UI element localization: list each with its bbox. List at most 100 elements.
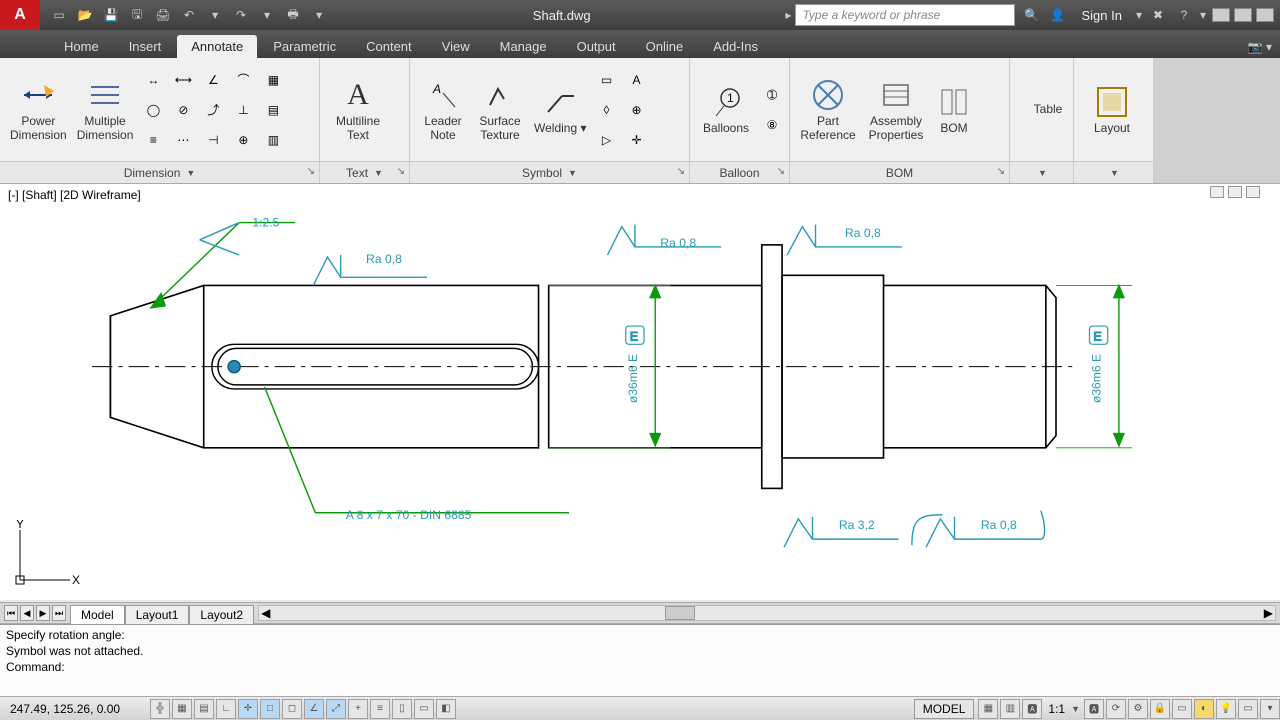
vp-close-icon[interactable] [1246, 186, 1260, 198]
app-menu-button[interactable]: A [0, 0, 40, 30]
leader-note-button[interactable]: A Leader Note [416, 75, 470, 145]
open-icon[interactable]: 📂 [76, 6, 94, 24]
tab-content[interactable]: Content [352, 35, 426, 58]
command-window[interactable]: Specify rotation angle: Symbol was not a… [0, 624, 1280, 696]
assembly-properties-button[interactable]: Assembly Properties [862, 75, 930, 145]
minimize-button[interactable] [1212, 8, 1230, 22]
sb-ortho-icon[interactable]: ∟ [216, 699, 236, 719]
balloon-opt2-icon[interactable]: ⑧ [758, 111, 786, 139]
sb-obj-icon[interactable]: 💡 [1216, 699, 1236, 719]
welding-button[interactable]: Welding ▾ [530, 82, 591, 138]
dim-diameter-icon[interactable]: ⊘ [169, 96, 197, 124]
tab-view[interactable]: View [428, 35, 484, 58]
sb-annoscale-icon[interactable]: 🅰 [1022, 699, 1042, 719]
tab-addins[interactable]: Add-Ins [699, 35, 772, 58]
vp-min-icon[interactable] [1210, 186, 1224, 198]
sb-osnap-icon[interactable]: □ [260, 699, 280, 719]
sign-in-button[interactable]: Sign In [1073, 8, 1129, 23]
sb-qp-icon[interactable]: ▭ [414, 699, 434, 719]
multiline-text-button[interactable]: A Multiline Text [326, 75, 390, 145]
balloon-opt1-icon[interactable]: ➀ [758, 81, 786, 109]
dim-aligned-icon[interactable]: ⟷ [169, 66, 197, 94]
search-go-icon[interactable]: ▸ [785, 8, 791, 22]
new-icon[interactable]: ▭ [50, 6, 68, 24]
sb-snap-icon[interactable]: ▦ [172, 699, 192, 719]
layout-tab-layout2[interactable]: Layout2 [189, 605, 254, 624]
sb-otrack-icon[interactable]: ∠ [304, 699, 324, 719]
dim-edit2-icon[interactable]: ▤ [259, 96, 287, 124]
hscroll-thumb[interactable] [665, 606, 695, 620]
sb-grid-icon[interactable]: ▤ [194, 699, 214, 719]
part-reference-button[interactable]: Part Reference [796, 75, 860, 145]
redo-dd-icon[interactable]: ▾ [258, 6, 276, 24]
bom-button[interactable]: BOM [932, 82, 976, 138]
panel-symbol-label[interactable]: Symbol [522, 166, 562, 180]
sym-id-icon[interactable]: ◊ [593, 96, 621, 124]
table-button[interactable]: Table [1016, 101, 1080, 119]
sb-3dosnap-icon[interactable]: ◻ [282, 699, 302, 719]
annotation-scale[interactable]: 1:1 [1042, 702, 1071, 716]
lt-prev-icon[interactable]: ◀ [20, 605, 34, 621]
sb-lwt-icon[interactable]: ≡ [370, 699, 390, 719]
lt-last-icon[interactable]: ⏭ [52, 605, 66, 621]
qat-dd-icon[interactable]: ▾ [310, 6, 328, 24]
dim-angular-icon[interactable]: ∠ [199, 66, 227, 94]
layout-tab-layout1[interactable]: Layout1 [125, 605, 190, 624]
tab-insert[interactable]: Insert [115, 35, 176, 58]
power-dimension-button[interactable]: Power Dimension [6, 75, 71, 145]
tab-annotate[interactable]: Annotate [177, 35, 257, 58]
lt-next-icon[interactable]: ▶ [36, 605, 50, 621]
sb-ducs-icon[interactable]: ⤢ [326, 699, 346, 719]
sym-target-icon[interactable]: ⊕ [623, 96, 651, 124]
lt-first-icon[interactable]: ⏮ [4, 605, 18, 621]
tab-home[interactable]: Home [50, 35, 113, 58]
tab-online[interactable]: Online [632, 35, 698, 58]
dim-jogged-icon[interactable]: ⤴ [199, 96, 227, 124]
sb-ws-icon[interactable]: ⚙ [1128, 699, 1148, 719]
plot-icon[interactable]: 🖶 [284, 6, 302, 24]
redo-icon[interactable]: ↷ [232, 6, 250, 24]
print-icon[interactable]: 🖨 [154, 6, 172, 24]
panel-bom-label[interactable]: BOM [886, 166, 913, 180]
ribbon-extra-icon[interactable]: 📷 ▾ [1240, 36, 1280, 58]
undo-icon[interactable]: ↶ [180, 6, 198, 24]
layout-tab-model[interactable]: Model [70, 605, 125, 624]
balloons-button[interactable]: 1 Balloons [696, 82, 756, 138]
surface-texture-button[interactable]: Surface Texture [472, 75, 528, 145]
panel-balloon-label[interactable]: Balloon [719, 166, 759, 180]
infocenter-icon[interactable]: 🔍 [1021, 5, 1041, 25]
model-space-button[interactable]: MODEL [914, 699, 975, 719]
sb-annovis-icon[interactable]: 🅰 [1084, 699, 1104, 719]
help-icon[interactable]: ? [1174, 5, 1194, 25]
viewport-label[interactable]: [-] [Shaft] [2D Wireframe] [8, 188, 141, 202]
panel-dimension-label[interactable]: Dimension [124, 166, 181, 180]
dim-baseline-icon[interactable]: ≡ [139, 126, 167, 154]
dim-arc-icon[interactable]: ⌒ [229, 66, 257, 94]
dim-edit1-icon[interactable]: ▦ [259, 66, 287, 94]
saveas-icon[interactable]: 🖫 [128, 6, 146, 24]
sb-annoauto-icon[interactable]: ⟳ [1106, 699, 1126, 719]
hscroll[interactable]: ◀▶ [258, 605, 1276, 621]
exchange-icon[interactable]: ✖ [1148, 5, 1168, 25]
sb-infer-icon[interactable]: ╬ [150, 699, 170, 719]
drawing-viewport[interactable]: [-] [Shaft] [2D Wireframe] [0, 184, 1280, 600]
sym-fcf-icon[interactable]: ▭ [593, 66, 621, 94]
drawing-canvas[interactable]: 1:2.5 Ra 0,8 Ra 0,8 Ra 0,8 Ra 3,2 Ra 0,8… [0, 184, 1280, 600]
dim-edit3-icon[interactable]: ▥ [259, 126, 287, 154]
dialog-launcher-icon[interactable]: ↘ [307, 166, 315, 177]
tab-manage[interactable]: Manage [486, 35, 561, 58]
coordinate-readout[interactable]: 247.49, 125.26, 0.00 [0, 702, 150, 716]
sb-grid2-icon[interactable]: ▦ [978, 699, 998, 719]
sb-hardware-icon[interactable]: ▭ [1172, 699, 1192, 719]
dim-ordinate-icon[interactable]: ⊥ [229, 96, 257, 124]
sb-toolbar-icon[interactable]: 🔒 [1150, 699, 1170, 719]
dim-linear-icon[interactable]: ↔ [139, 66, 167, 94]
sb-sc-icon[interactable]: ◧ [436, 699, 456, 719]
vp-max-icon[interactable] [1228, 186, 1242, 198]
tab-parametric[interactable]: Parametric [259, 35, 350, 58]
close-button[interactable] [1256, 8, 1274, 22]
sym-taper-icon[interactable]: ▷ [593, 126, 621, 154]
search-input[interactable]: Type a keyword or phrase [795, 4, 1015, 26]
dim-center-icon[interactable]: ⊕ [229, 126, 257, 154]
sym-centerline-icon[interactable]: ✛ [623, 126, 651, 154]
